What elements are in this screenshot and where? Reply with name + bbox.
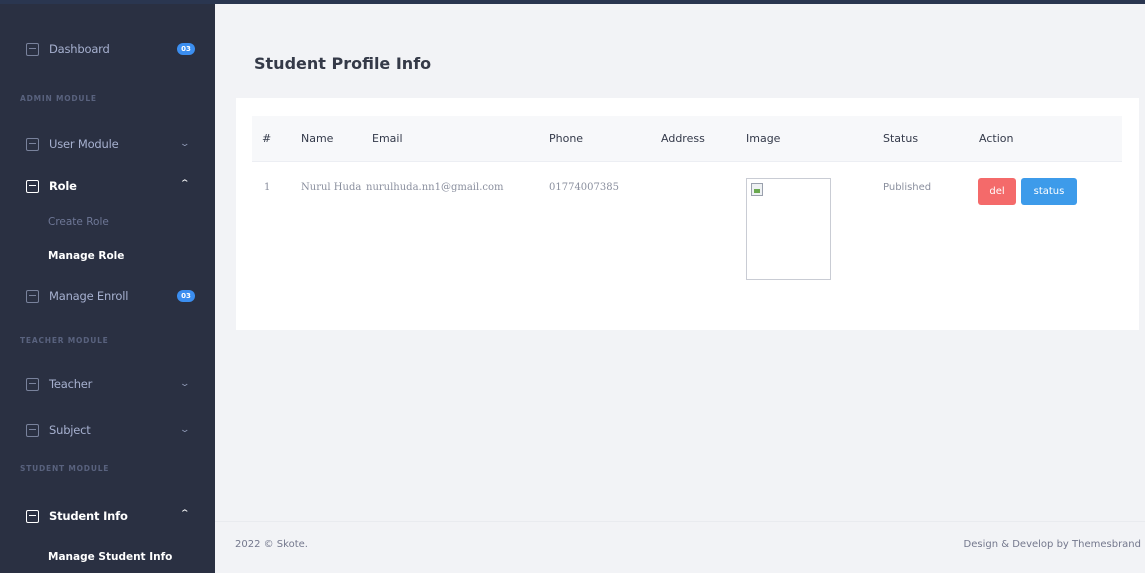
table-icon [26, 137, 39, 151]
chevron-down-icon: ⌄ [179, 379, 191, 389]
enroll-count-badge: 03 [177, 290, 195, 302]
row-email: nurulhuda.nn1@gmail.com [366, 182, 504, 193]
table-icon [26, 179, 39, 193]
sidebar-item-dashboard[interactable]: Dashboard 03 [0, 34, 215, 64]
credit-text: Design & Develop by Themesbrand [963, 539, 1141, 550]
sidebar: Dashboard 03 ADMIN MODULE User Module ⌄ … [0, 4, 215, 573]
sidebar-item-user-module[interactable]: User Module ⌄ [0, 129, 215, 159]
row-name: Nurul Huda [301, 182, 362, 193]
student-image [746, 178, 831, 280]
main-content: Student Profile Info # Name Email Phone … [215, 4, 1145, 573]
sidebar-subitem-manage-role[interactable]: Manage Role [48, 250, 124, 262]
table-icon [26, 377, 39, 391]
home-icon [26, 42, 39, 56]
column-header-phone: Phone [549, 132, 584, 145]
sidebar-item-manage-enroll[interactable]: Manage Enroll 03 [0, 281, 215, 311]
row-status: Published [883, 182, 932, 193]
column-header-address: Address [661, 132, 705, 145]
delete-button[interactable]: del [978, 178, 1016, 205]
chevron-up-icon: ⌃ [179, 509, 191, 519]
row-phone: 01774007385 [549, 182, 619, 193]
column-header-status: Status [883, 132, 919, 145]
row-index: 1 [264, 182, 271, 193]
section-title-teacher: TEACHER MODULE [20, 336, 109, 345]
chevron-up-icon: ⌃ [179, 179, 191, 189]
table-header: # Name Email Phone Address Image Status … [252, 116, 1122, 162]
column-header-name: Name [301, 132, 334, 145]
section-title-admin: ADMIN MODULE [20, 94, 97, 103]
page-title: Student Profile Info [254, 54, 432, 73]
column-header-image: Image [746, 132, 781, 145]
sidebar-item-student-info[interactable]: Student Info ⌃ [0, 501, 215, 531]
sidebar-subitem-create-role[interactable]: Create Role [48, 216, 109, 228]
sidebar-item-subject[interactable]: Subject ⌄ [0, 415, 215, 445]
broken-image-icon [751, 183, 763, 196]
sidebar-subitem-manage-student-info[interactable]: Manage Student Info [48, 551, 172, 563]
table-icon [26, 423, 39, 437]
student-table-card: # Name Email Phone Address Image Status … [236, 98, 1139, 330]
footer: 2022 © Skote. Design & Develop by Themes… [215, 521, 1145, 573]
status-button[interactable]: status [1021, 178, 1077, 205]
column-header-email: Email [372, 132, 403, 145]
chevron-down-icon: ⌄ [179, 139, 191, 149]
dashboard-count-badge: 03 [177, 43, 195, 55]
sidebar-item-role[interactable]: Role ⌃ [0, 171, 215, 201]
home-icon [26, 289, 39, 303]
column-header-action: Action [979, 132, 1014, 145]
copyright-text: 2022 © Skote. [235, 539, 308, 550]
column-header-index: # [262, 132, 272, 145]
sidebar-item-teacher[interactable]: Teacher ⌄ [0, 369, 215, 399]
calendar-icon [26, 509, 39, 523]
section-title-student: STUDENT MODULE [20, 464, 110, 473]
chevron-down-icon: ⌄ [179, 425, 191, 435]
